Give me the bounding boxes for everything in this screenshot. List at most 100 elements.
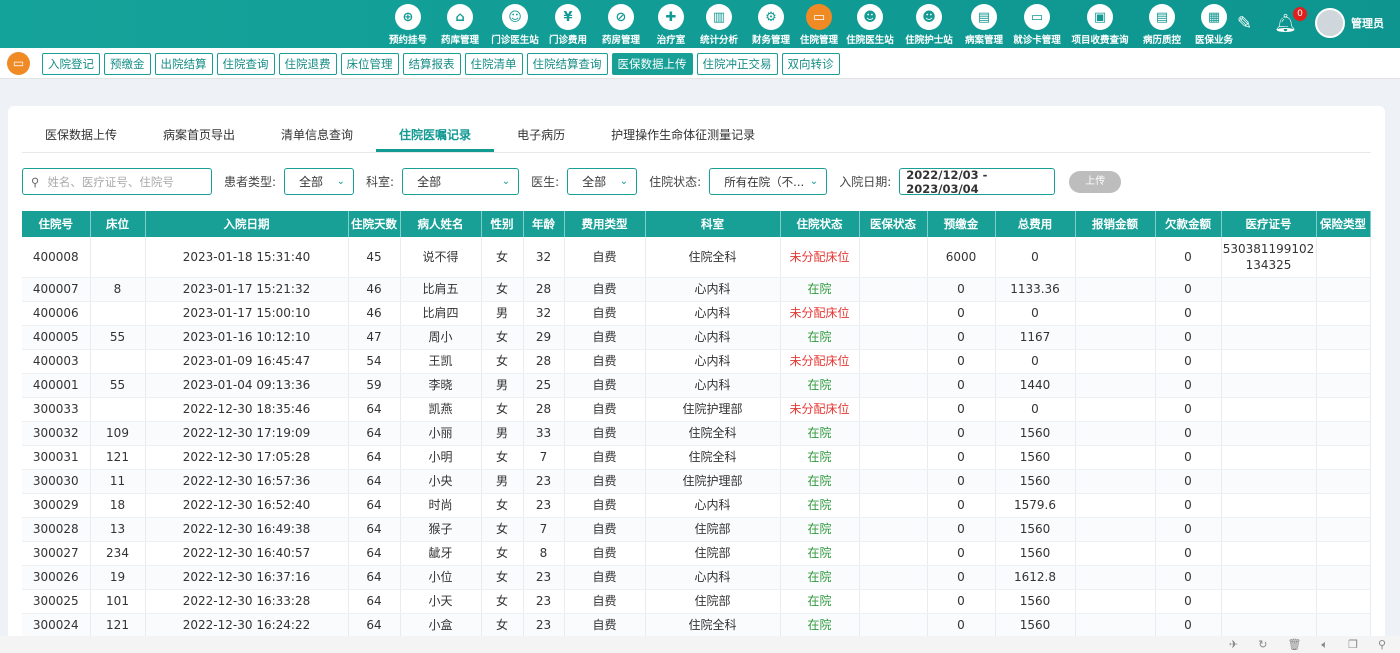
column-header[interactable]: 科室 [645,211,781,237]
table-row[interactable]: 400001 55 2023-01-04 09:13:36 59 李晓男 25 自费 心内科在… [22,373,1371,398]
upload-button[interactable]: 上传 [1069,170,1122,193]
column-header[interactable]: 医保状态 [859,211,928,237]
table-row[interactable]: 300031 121 2022-12-30 17:05:28 64 小明女 7 自费 住院全科… [22,445,1371,470]
cell-报销金额 [1075,469,1156,494]
subnav-button-8[interactable]: 住院结算查询 [526,53,608,75]
bell-icon[interactable]: 🔔︎ 0 [1274,6,1307,34]
search-input[interactable]: ⚲ 姓名、医疗证号、住院号 [22,168,212,195]
column-header[interactable]: 年龄 [523,211,565,237]
nav-item-14[interactable]: ▤ 病历质控 [1135,4,1189,46]
table-row[interactable]: 300024 121 2022-12-30 16:24:22 64 小盒女 23 自费 住院全… [22,613,1371,638]
subnav-button-6[interactable]: 结算报表 [402,53,461,75]
column-header[interactable]: 费用类型 [564,211,646,237]
column-header[interactable]: 欠款金额 [1155,211,1222,237]
nav-item-2[interactable]: ☺ 门诊医生站 [487,4,543,46]
subnav-button-2[interactable]: 出院结算 [154,53,213,75]
nav-item-11[interactable]: ▤ 病案管理 [959,4,1009,46]
tab-4[interactable]: 电子病历 [494,120,588,152]
doctor-select[interactable]: 全部 ⌄ [567,168,638,195]
pencil-icon[interactable]: ✎ [1237,13,1252,34]
cell-住院号: 300028 [22,517,91,542]
table-row[interactable]: 300033 2022-12-30 18:35:46 64 凯燕女 28 自费 住院护理部未… [22,397,1371,422]
tab-0[interactable]: 医保数据上传 [22,120,140,152]
table-row[interactable]: 300030 11 2022-12-30 16:57:36 64 小央男 23 自费 住院护理… [22,469,1371,494]
column-header[interactable]: 性别 [481,211,524,237]
nav-item-0[interactable]: ⊕ 预约挂号 [383,4,433,46]
table-row[interactable]: 300026 19 2022-12-30 16:37:16 64 小位女 23 自费 心内科在… [22,565,1371,590]
user-name[interactable]: 管理员 [1351,15,1384,31]
column-header[interactable]: 医疗证号 [1221,211,1317,237]
cell-保险类型 [1316,613,1371,638]
tab-3[interactable]: 住院医嘱记录 [376,120,495,152]
cell-报销金额 [1075,237,1156,278]
nav-item-label: 医保业务 [1194,35,1233,46]
cell-欠款金额: 0 [1155,373,1222,398]
nav-item-7[interactable]: ⚙ 财务管理 [745,4,797,46]
column-header[interactable]: 住院号 [22,211,91,237]
table-row[interactable]: 400003 2023-01-09 16:45:47 54 王凯女 28 自费 心内科 未分配… [22,349,1371,374]
cell-保险类型 [1316,325,1371,350]
column-header[interactable]: 保险类型 [1316,211,1371,237]
date-range-input[interactable]: 2022/12/03 - 2023/03/04 [899,168,1056,196]
column-header[interactable]: 入院日期 [145,211,349,237]
cell-病人姓名: 小位 [400,565,482,590]
table-row[interactable]: 400005 55 2023-01-16 10:12:10 47 周小女 29 自费 心内科在… [22,325,1371,350]
trash-icon[interactable]: 🗑︎ [1287,638,1301,651]
nav-item-10[interactable]: ☻ 住院护士站 [899,4,959,46]
table-row[interactable]: 300032 109 2022-12-30 17:19:09 64 小丽男 33 自费 住院全… [22,421,1371,446]
nav-item-13[interactable]: ▣ 项目收费查询 [1065,4,1135,46]
subnav-button-1[interactable]: 预缴金 [104,53,151,75]
column-header[interactable]: 病人姓名 [400,211,482,237]
nav-item-9[interactable]: ☻ 住院医生站 [841,4,899,46]
subnav-button-3[interactable]: 住院查询 [216,53,275,75]
nav-item-3[interactable]: ¥ 门诊费用 [543,4,593,46]
column-header[interactable]: 预缴金 [927,211,996,237]
nav-item-4[interactable]: ⊘ 药房管理 [593,4,649,46]
nav-item-6[interactable]: ▥ 统计分析 [693,4,745,46]
subnav-button-0[interactable]: 入院登记 [42,53,100,75]
nav-item-8[interactable]: ▭ 住院管理 [797,4,841,46]
table-row[interactable]: 400007 8 2023-01-17 15:21:32 46 比肩五女 28 自费 心内科在… [22,277,1371,302]
cell-医疗证号 [1221,325,1317,350]
status-bar: ✈ ↻ 🗑︎ 🔈︎ ❐ ⚲ [0,636,1400,653]
column-header[interactable]: 床位 [90,211,146,237]
nav-item-12[interactable]: ▭ 就诊卡管理 [1009,4,1065,46]
table-row[interactable]: 400006 2023-01-17 15:00:10 46 比肩四男 32 自费 心内科 未分… [22,301,1371,326]
cell-病人姓名: 周小 [400,325,482,350]
avatar[interactable] [1315,8,1345,38]
subnav-button-10[interactable]: 住院冲正交易 [696,53,778,75]
table-row[interactable]: 300028 13 2022-12-30 16:49:38 64 猴子女 7 自费 住院部 在院… [22,517,1371,542]
cell-医保状态 [859,469,928,494]
column-header[interactable]: 住院状态 [780,211,860,237]
nav-item-1[interactable]: ⌂ 药库管理 [433,4,487,46]
cell-床位: 55 [90,373,146,398]
refresh-icon[interactable]: ↻ [1258,638,1267,651]
window-icon[interactable]: ❐ [1348,638,1358,651]
table-row[interactable]: 300025 101 2022-12-30 16:33:28 64 小天女 23 自费 住院部… [22,589,1371,614]
status-select[interactable]: 所有在院（不... ⌄ [709,168,828,195]
rocket-icon[interactable]: ✈ [1229,638,1238,651]
tab-2[interactable]: 清单信息查询 [258,120,376,152]
patient-type-select[interactable]: 全部 ⌄ [284,168,355,195]
subnav-button-4[interactable]: 住院退费 [278,53,337,75]
tab-5[interactable]: 护理操作生命体征测量记录 [588,120,778,152]
tab-1[interactable]: 病案首页导出 [140,120,258,152]
subnav-button-11[interactable]: 双向转诊 [781,53,840,75]
column-header[interactable]: 报销金额 [1075,211,1156,237]
search-icon[interactable]: ⚲ [1378,638,1386,651]
subnav-button-5[interactable]: 床位管理 [340,53,399,75]
subnav-button-9[interactable]: 医保数据上传 [611,53,693,75]
status-label: 住院状态: [649,175,702,189]
table-row[interactable]: 300027 234 2022-12-30 16:40:57 64 龇牙女 8 自费 住院部在… [22,541,1371,566]
dept-select[interactable]: 全部 ⌄ [402,168,520,195]
table-row[interactable]: 300029 18 2022-12-30 16:52:40 64 时尚女 23 自费 心内科在… [22,493,1371,518]
column-header[interactable]: 住院天数 [348,211,401,237]
nav-item-15[interactable]: ▦ 医保业务 [1189,4,1239,46]
table-row[interactable]: 400008 2023-01-18 15:31:40 45 说不得女 32 自费 住院全科未… [22,237,1371,278]
cell-年龄: 7 [523,445,565,470]
subnav-button-7[interactable]: 住院清单 [464,53,523,75]
nav-item-5[interactable]: ✚ 治疗室 [649,4,693,46]
cell-保险类型 [1316,589,1371,614]
volume-icon[interactable]: 🔈︎ [1321,638,1328,652]
column-header[interactable]: 总费用 [995,211,1076,237]
